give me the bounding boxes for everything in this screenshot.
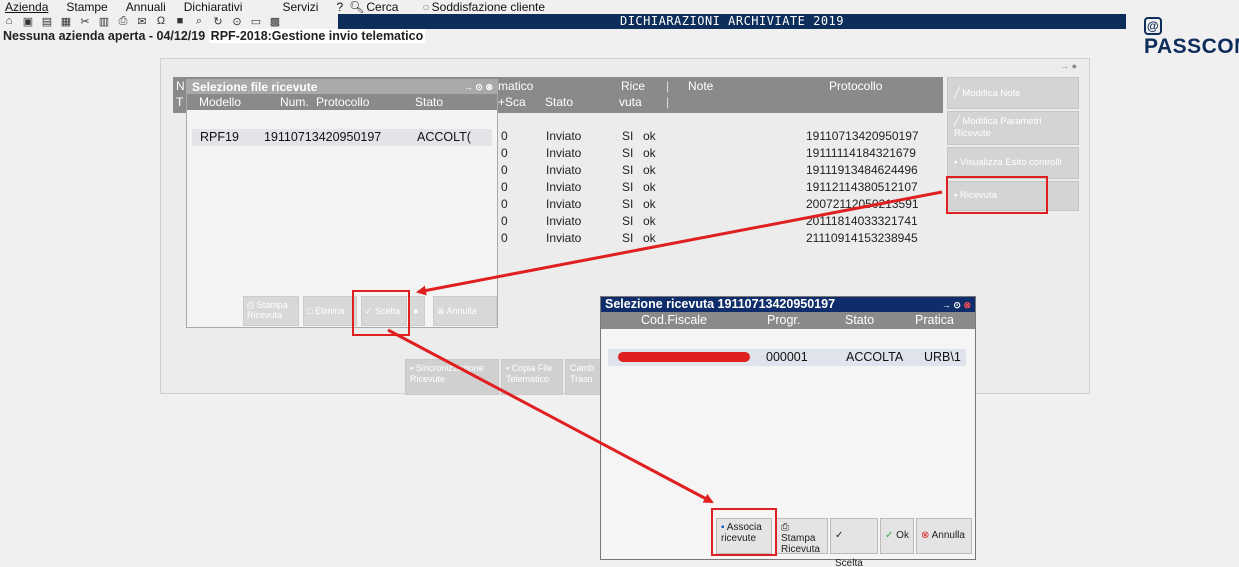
arrow-to-scelta [416,190,943,296]
arrow-to-associa [387,328,714,504]
annotation-arrows [387,190,943,504]
